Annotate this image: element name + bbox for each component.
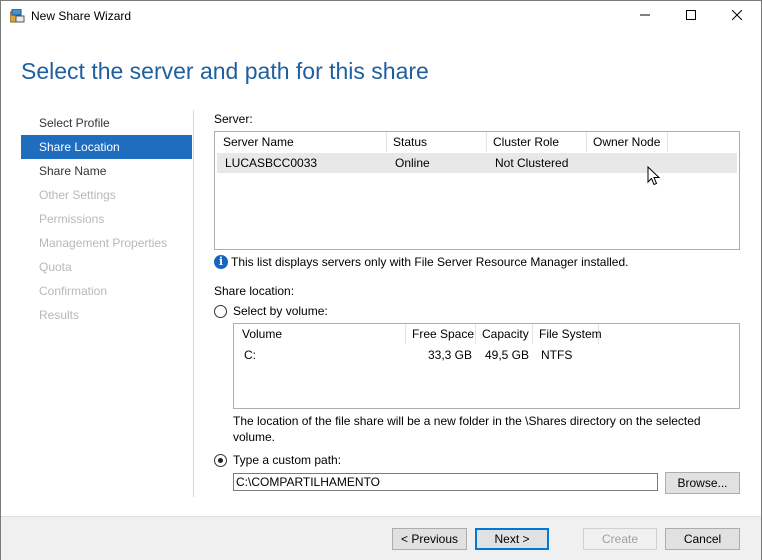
nav-item-management-properties: Management Properties <box>39 236 168 250</box>
server-list[interactable]: Server Name Status Cluster Role Owner No… <box>214 131 740 250</box>
column-header-file-system[interactable]: File System <box>533 324 602 344</box>
custom-path-input[interactable]: C:\COMPARTILHAMENTO <box>233 473 658 491</box>
column-header-server-name[interactable]: Server Name <box>217 132 387 152</box>
nav-item-permissions: Permissions <box>39 212 105 226</box>
nav-item-other-settings: Other Settings <box>39 188 116 202</box>
nav-item-share-name[interactable]: Share Name <box>21 159 192 183</box>
browse-button[interactable]: Browse... <box>665 472 740 494</box>
file-system-cell: NTFS <box>541 348 573 362</box>
maximize-icon <box>686 9 696 23</box>
nav-item-share-location[interactable]: Share Location <box>21 135 192 159</box>
page-title: Select the server and path for this shar… <box>21 58 429 84</box>
owner-node-cell <box>589 153 595 173</box>
column-header-free-space[interactable]: Free Space <box>406 324 476 344</box>
wizard-steps-nav: Select Profile Share Location Share Name… <box>21 111 192 327</box>
nav-item-quota: Quota <box>39 260 72 274</box>
nav-item-select-profile[interactable]: Select Profile <box>21 111 192 135</box>
minimize-icon <box>640 9 650 23</box>
share-location-label: Share location: <box>214 284 295 298</box>
create-button: Create <box>583 528 657 550</box>
window-title: New Share Wizard <box>31 9 132 23</box>
server-name-cell: LUCASBCC0033 <box>225 156 318 170</box>
server-label: Server: <box>214 112 253 126</box>
cluster-role-cell: Not Clustered <box>495 156 569 170</box>
close-button[interactable] <box>714 1 760 31</box>
info-message: i This list displays servers only with F… <box>214 255 628 269</box>
nav-item-confirmation: Confirmation <box>39 284 108 298</box>
volume-cell: C: <box>244 348 256 362</box>
nav-item-results: Results <box>39 308 80 322</box>
status-cell: Online <box>395 156 430 170</box>
previous-button[interactable]: < Previous <box>392 528 467 550</box>
info-text: This list displays servers only with Fil… <box>231 255 629 269</box>
select-by-volume-option[interactable]: Select by volume: <box>214 304 328 318</box>
server-list-header: Server Name Status Cluster Role Owner No… <box>215 132 739 152</box>
wizard-footer: < Previous Next > Create Cancel <box>1 516 761 560</box>
next-button[interactable]: Next > <box>475 528 549 550</box>
info-icon: i <box>214 255 228 269</box>
column-header-volume[interactable]: Volume <box>236 324 406 344</box>
volume-list[interactable]: Volume Free Space Capacity File System C… <box>233 323 740 409</box>
free-space-cell: 33,3 GB <box>427 348 472 362</box>
title-bar: New Share Wizard <box>1 1 761 31</box>
volume-list-header: Volume Free Space Capacity File System <box>234 324 739 344</box>
share-wizard-icon <box>9 8 25 23</box>
custom-path-label: Type a custom path: <box>233 453 342 467</box>
cancel-button[interactable]: Cancel <box>665 528 740 550</box>
column-header-cluster-role[interactable]: Cluster Role <box>487 132 587 152</box>
select-by-volume-label: Select by volume: <box>233 304 328 318</box>
minimize-button[interactable] <box>622 1 668 31</box>
custom-path-option[interactable]: Type a custom path: <box>214 453 341 467</box>
select-by-volume-radio[interactable] <box>214 304 227 318</box>
table-row[interactable]: C: 33,3 GB 49,5 GB NTFS <box>236 345 736 365</box>
volume-location-description: The location of the file share will be a… <box>233 414 701 444</box>
maximize-button[interactable] <box>668 1 714 31</box>
column-header-status[interactable]: Status <box>387 132 487 152</box>
wizard-window: New Share Wizard Select the server and p… <box>0 0 762 560</box>
column-header-owner-node[interactable]: Owner Node <box>587 132 668 152</box>
mouse-pointer-icon <box>647 165 661 189</box>
capacity-cell: 49,5 GB <box>484 348 529 362</box>
custom-path-radio[interactable] <box>214 453 227 467</box>
close-icon <box>731 9 743 23</box>
nav-divider <box>193 110 194 497</box>
column-header-capacity[interactable]: Capacity <box>476 324 533 344</box>
